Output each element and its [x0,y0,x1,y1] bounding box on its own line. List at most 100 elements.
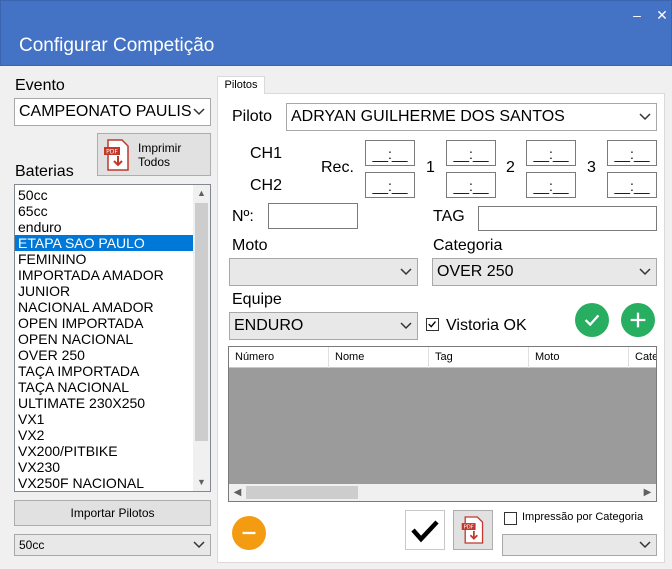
categoria-combo[interactable]: OVER 250 [432,258,657,286]
baterias-list-item[interactable]: OPEN IMPORTADA [15,315,193,331]
confirm-button[interactable] [575,303,609,337]
lap3-ch1-time[interactable]: __:__ [607,140,657,166]
baterias-list-item[interactable]: VX230 [15,459,193,475]
imprimir-todos-button[interactable]: PDF Imprimir Todos [97,133,211,176]
remove-button[interactable] [229,513,269,553]
column-nome[interactable]: Nome [329,347,429,368]
scroll-down-icon[interactable]: ▼ [193,474,210,491]
importar-pilotos-button[interactable]: Importar Pilotos [14,500,211,526]
baterias-list-item[interactable]: enduro [15,219,193,235]
baterias-list-item[interactable]: OPEN NACIONAL [15,331,193,347]
lap3-ch2-time[interactable]: __:__ [607,172,657,198]
column-numero[interactable]: Número [229,347,329,368]
baterias-list-item[interactable]: ULTIMATE 230X250 [15,395,193,411]
chevron-down-icon [192,99,206,125]
impressao-categoria-checkbox[interactable] [504,512,517,525]
piloto-combo[interactable]: ADRYAN GUILHERME DOS SANTOS [286,103,657,131]
lap1-ch2-time[interactable]: __:__ [446,172,496,198]
lap-3-label: 3 [587,159,596,176]
categoria-value: OVER 250 [437,263,514,280]
scroll-up-icon[interactable]: ▲ [193,185,210,202]
print-category-button[interactable]: PDF [453,510,493,550]
window-title: Configurar Competição [19,35,215,56]
baterias-list-item[interactable]: IMPORTADA AMADOR [15,267,193,283]
scroll-thumb[interactable] [195,203,208,441]
svg-text:PDF: PDF [106,148,118,155]
tag-label: TAG [433,208,465,225]
baterias-scrollbar[interactable]: ▲ ▼ [193,185,210,491]
piloto-value: ADRYAN GUILHERME DOS SANTOS [291,108,565,125]
evento-label: Evento [15,77,65,94]
rec-ch2-time[interactable]: __:__ [365,172,415,198]
categoria-label: Categoria [433,237,503,254]
baterias-list-item[interactable]: VX2 [15,427,193,443]
evento-value: CAMPEONATO PAULIS [19,103,192,120]
lap-1-label: 1 [426,159,435,176]
chevron-down-icon [399,259,413,285]
lap2-ch2-time[interactable]: __:__ [526,172,576,198]
scroll-left-icon[interactable]: ◀ [229,484,246,501]
column-categoria[interactable]: Cate [629,347,656,368]
svg-text:PDF: PDF [464,525,474,531]
baterias-list[interactable]: 50cc 65cc enduro ETAPA SAO PAULO FEMININO IMP… [14,184,211,492]
ch2-label: CH2 [250,177,283,194]
baterias-list-item[interactable]: 65cc [15,203,193,219]
baterias-list-item[interactable]: VX1 [15,411,193,427]
chevron-down-icon [638,535,652,555]
piloto-label: Piloto [232,108,273,125]
rec-ch1-time[interactable]: __:__ [365,140,415,166]
moto-label: Moto [232,237,268,254]
scroll-right-icon[interactable]: ▶ [639,484,656,501]
baterias-label: Baterias [15,163,74,180]
pdf-icon: PDF [461,516,484,544]
numero-input[interactable] [268,203,358,229]
scroll-thumb[interactable] [246,486,358,499]
impressao-categoria-combo[interactable] [502,534,657,556]
pilotos-grid[interactable]: Número Nome Tag Moto Cate ◀ ▶ [228,346,657,502]
plus-icon [630,312,646,328]
baterias-list-item[interactable]: JUNIOR [15,283,193,299]
baterias-list-item[interactable]: FEMININO [15,251,193,267]
equipe-combo[interactable]: ENDURO [229,312,418,340]
evento-combo[interactable]: CAMPEONATO PAULIS [14,98,211,126]
column-tag[interactable]: Tag [429,347,529,368]
pdf-icon: PDF [102,138,132,172]
add-button[interactable] [621,303,655,337]
baterias-list-item[interactable]: 50cc [15,187,193,203]
chevron-down-icon [638,259,652,285]
bateria-combo-value: 50cc [19,538,45,552]
tag-input[interactable] [478,206,657,231]
baterias-list-item[interactable]: OVER 250 [15,347,193,363]
title-bar: – ✕ Configurar Competição [0,0,672,66]
baterias-list-item[interactable]: VX200/PITBIKE [15,443,193,459]
vistoria-checkbox[interactable] [426,318,439,331]
minimize-button[interactable]: – [627,5,647,25]
check-icon [584,314,600,327]
chevron-down-icon [399,313,413,339]
grid-hscrollbar[interactable]: ◀ ▶ [229,484,656,501]
impressao-categoria-label[interactable]: Impressão por Categoria [522,511,643,523]
moto-combo[interactable] [229,258,418,286]
chevron-down-icon [192,535,206,555]
equipe-label: Equipe [232,291,282,308]
lap2-ch1-time[interactable]: __:__ [526,140,576,166]
baterias-list-item[interactable]: TAÇA NACIONAL [15,379,193,395]
equipe-value: ENDURO [234,317,304,334]
baterias-list-item[interactable]: ETAPA SAO PAULO [15,235,193,251]
ch1-label: CH1 [250,145,283,162]
vistoria-label[interactable]: Vistoria OK [446,317,527,335]
close-button[interactable]: ✕ [652,5,672,25]
lap-2-label: 2 [506,159,515,176]
tab-pilotos[interactable]: Pilotos [217,76,265,94]
checkmark-icon [411,520,439,543]
bateria-combo[interactable]: 50cc [14,534,211,556]
minus-icon [232,516,266,550]
baterias-list-item[interactable]: NACIONAL AMADOR [15,299,193,315]
baterias-list-item[interactable]: VX250F NACIONAL [15,475,193,491]
chevron-down-icon [638,104,652,130]
lap1-ch1-time[interactable]: __:__ [446,140,496,166]
column-moto[interactable]: Moto [529,347,629,368]
grid-header: Número Nome Tag Moto Cate [229,347,656,368]
baterias-list-item[interactable]: TAÇA IMPORTADA [15,363,193,379]
finalize-button[interactable] [405,510,445,550]
